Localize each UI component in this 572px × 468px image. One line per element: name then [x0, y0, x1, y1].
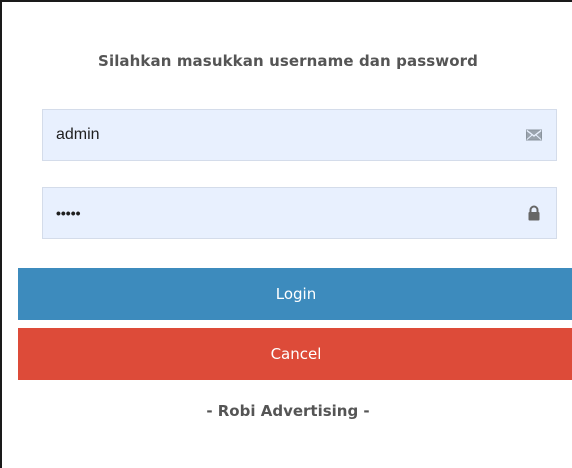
envelope-icon — [526, 127, 542, 143]
password-field[interactable]: ••••• — [42, 187, 557, 239]
lock-icon — [526, 205, 542, 221]
cancel-button[interactable]: Cancel — [18, 328, 572, 380]
footer-credit: - Robi Advertising - — [206, 402, 370, 420]
username-field[interactable]: admin — [42, 109, 557, 161]
password-value: ••••• — [56, 205, 81, 221]
username-value: admin — [56, 126, 100, 143]
form-title: Silahkan masukkan username dan password — [98, 52, 478, 70]
login-panel: Silahkan masukkan username dan password … — [0, 0, 572, 468]
login-button[interactable]: Login — [18, 268, 572, 320]
